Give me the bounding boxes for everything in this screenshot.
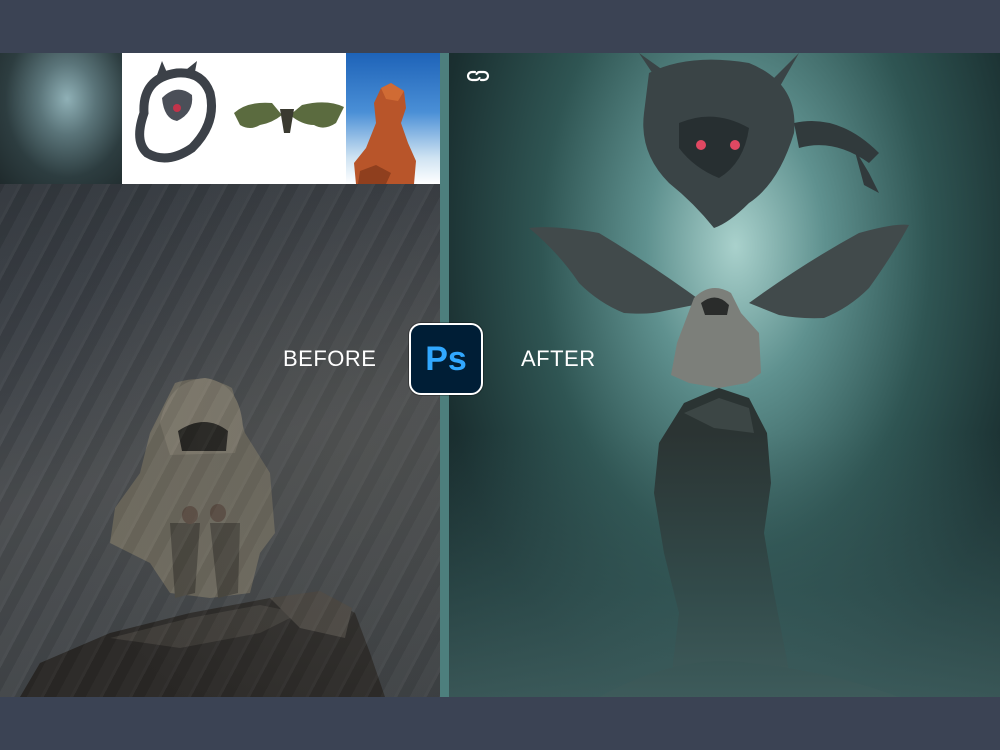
wings-asset [234, 102, 344, 133]
rock-spire [354, 83, 416, 184]
top-frame-bar [0, 0, 1000, 53]
dragon-and-wings-assets [135, 61, 344, 163]
asset-strip-white [122, 53, 346, 184]
after-fog [449, 433, 1000, 697]
before-after-canvas: BEFORE AFTER Ps [0, 0, 1000, 750]
photoshop-logo-text: Ps [425, 340, 467, 378]
rock-spire-asset [346, 53, 440, 184]
storm-sky-asset [0, 53, 122, 184]
after-label: AFTER [521, 346, 596, 371]
bottom-frame-bar [0, 697, 1000, 750]
before-label: BEFORE [283, 346, 377, 371]
link-icon-glyph [466, 70, 490, 82]
dragon-head [639, 53, 879, 229]
link-icon[interactable] [466, 66, 490, 86]
after-photo [449, 53, 1000, 697]
photoshop-logo-icon: Ps [409, 323, 483, 395]
dragon-asset [135, 61, 216, 163]
